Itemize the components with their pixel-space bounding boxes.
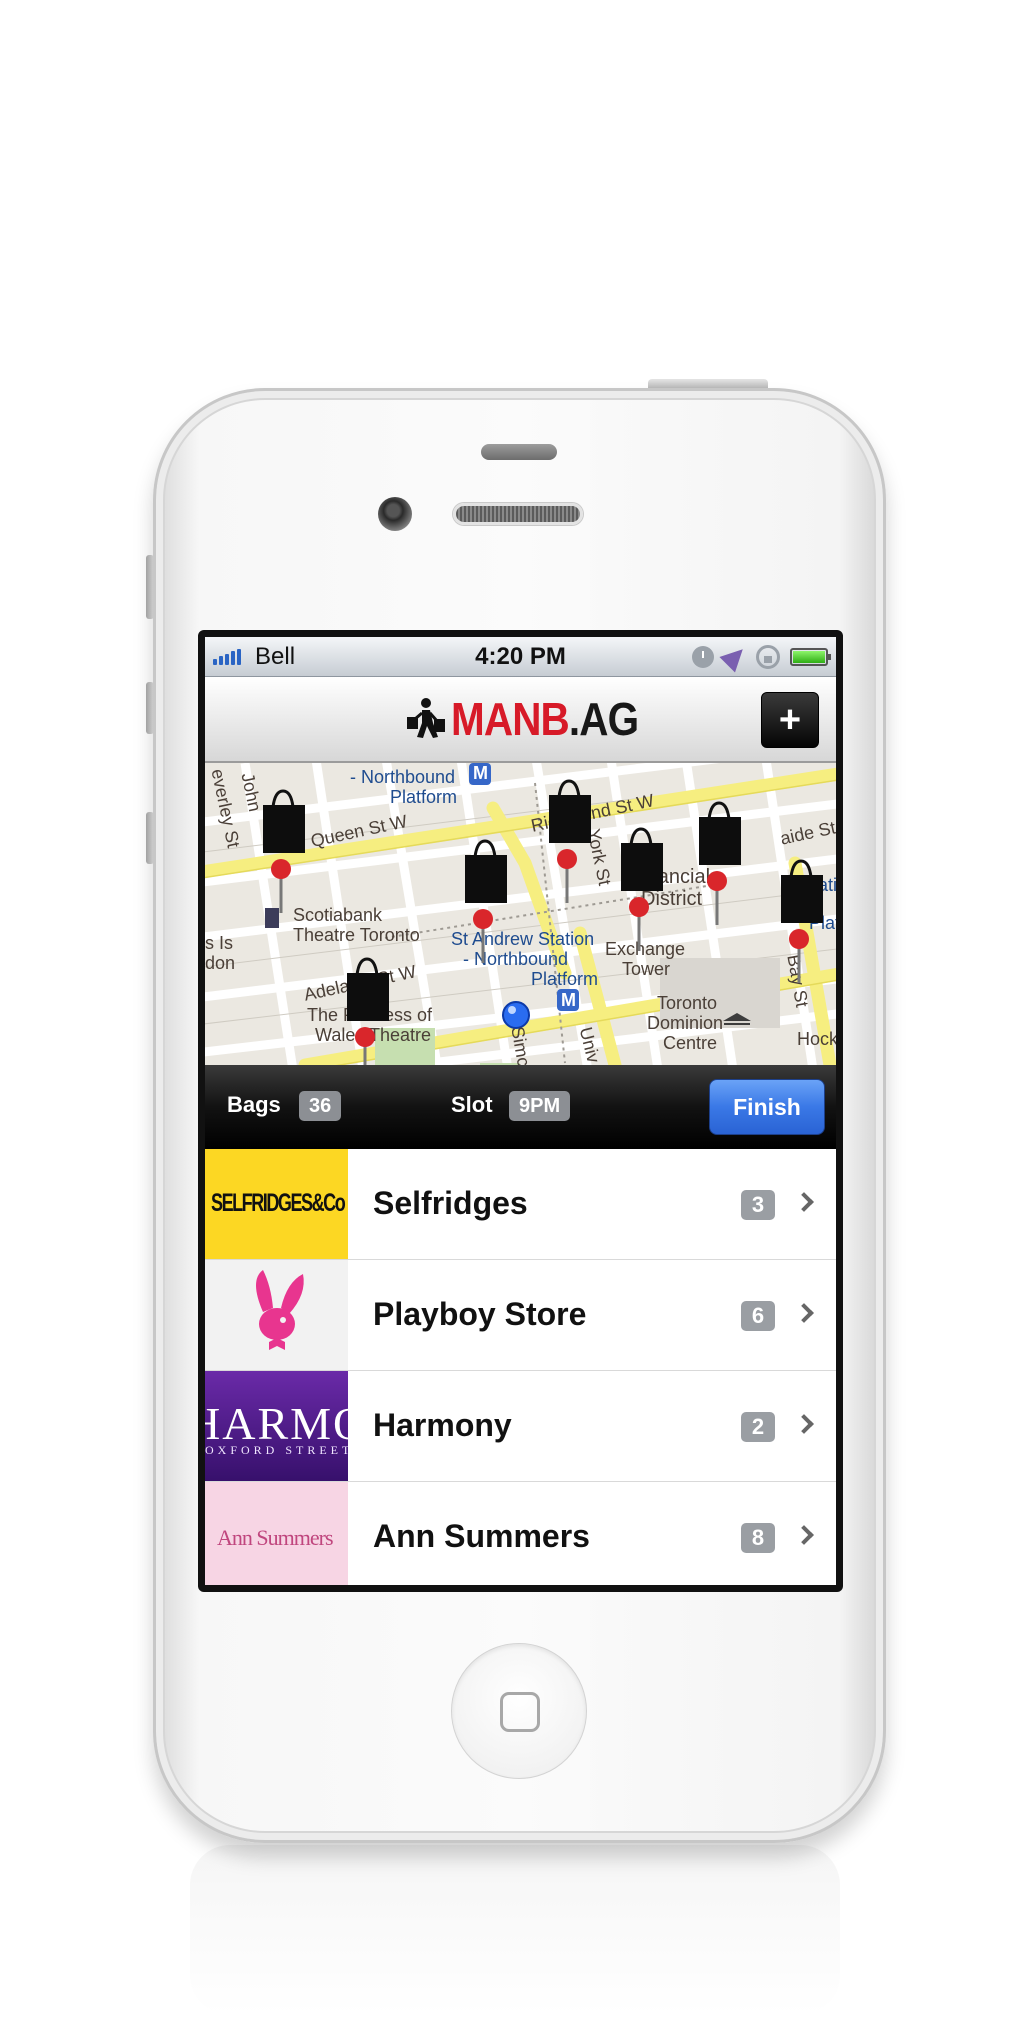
location-arrow-icon <box>719 641 751 673</box>
rotation-lock-icon <box>756 645 780 669</box>
map-label: Platform <box>531 969 599 989</box>
playboy-logo <box>205 1260 348 1370</box>
map-label: Theatre Toronto <box>293 925 420 945</box>
item-count-badge: 2 <box>741 1412 775 1442</box>
alarm-icon <box>692 646 714 668</box>
logo-subtext: OXFORD STREET <box>205 1443 348 1457</box>
add-button[interactable]: + <box>761 692 819 748</box>
chevron-right-icon <box>794 1303 814 1323</box>
battery-icon <box>790 648 831 666</box>
map-label: Hock <box>797 1029 836 1049</box>
item-count-badge: 6 <box>741 1301 775 1331</box>
summary-toolbar: Bags 36 Slot 9PM Finish <box>205 1065 836 1149</box>
bag-pin-icon[interactable] <box>341 953 397 1065</box>
status-icons <box>692 641 831 673</box>
store-name: Playboy Store <box>373 1296 587 1332</box>
list-item[interactable]: HARMONY OXFORD STREET Harmony 2 <box>205 1371 836 1482</box>
logo-text-main: MANB <box>451 693 570 745</box>
earpiece-speaker <box>453 503 583 525</box>
map-label: don <box>205 953 236 973</box>
store-name: Ann Summers <box>373 1518 590 1554</box>
bunny-logo-icon <box>256 1270 304 1350</box>
phone-screen: Bell 4:20 PM MANB.AG + John everley St -… <box>198 630 843 1592</box>
home-square-icon <box>500 1692 540 1732</box>
selfridges-logo: SELFRIDGES&Co <box>205 1149 348 1259</box>
proximity-sensor <box>481 444 557 460</box>
map-label: Centre <box>663 1033 718 1053</box>
slot-label: Slot <box>451 1092 493 1117</box>
map-label: Dominion <box>647 1013 724 1033</box>
bag-pin-icon[interactable] <box>543 775 599 905</box>
bag-pin-icon[interactable] <box>775 855 831 985</box>
map-view[interactable]: John everley St - Northbound Platform Qu… <box>205 763 836 1065</box>
list-item[interactable]: Ann Summers Ann Summers 8 <box>205 1482 836 1585</box>
map-label: Toronto <box>657 993 718 1013</box>
shopper-icon <box>407 698 445 738</box>
logo-text: Ann Summers <box>217 1525 333 1550</box>
chevron-right-icon <box>794 1192 814 1212</box>
list-item[interactable]: SELFRIDGES&Co Selfridges 3 <box>205 1149 836 1260</box>
slot-value-badge: 9PM <box>509 1091 571 1121</box>
map-label: - Northbound <box>350 767 456 787</box>
store-name: Harmony <box>373 1407 512 1443</box>
store-name: Selfridges <box>373 1185 528 1221</box>
list-item[interactable]: Playboy Store 6 <box>205 1260 836 1371</box>
bag-pin-icon[interactable] <box>615 823 671 953</box>
bag-pin-icon[interactable] <box>459 835 515 965</box>
chevron-right-icon <box>794 1414 814 1434</box>
app-logo: MANB.AG <box>405 695 664 743</box>
chevron-right-icon <box>794 1525 814 1545</box>
item-count-badge: 8 <box>741 1523 775 1553</box>
map-label: Platform <box>390 787 458 807</box>
phone-reflection <box>190 1845 840 2015</box>
bag-pin-icon[interactable] <box>257 785 313 915</box>
finish-button[interactable]: Finish <box>709 1079 825 1135</box>
home-button[interactable] <box>451 1643 587 1779</box>
bags-label: Bags <box>227 1092 281 1117</box>
harmony-logo: HARMONY OXFORD STREET <box>205 1371 348 1481</box>
metro-marker-icon: M <box>561 990 576 1010</box>
metro-marker-icon: M <box>473 763 488 783</box>
bags-count-badge: 36 <box>299 1091 342 1121</box>
map-label: s Is <box>205 933 234 953</box>
logo-text-suffix: .AG <box>568 693 639 745</box>
front-camera <box>378 497 412 531</box>
logo-text: SELFRIDGES&Co <box>211 1189 346 1217</box>
app-display: Bell 4:20 PM MANB.AG + John everley St -… <box>205 637 836 1585</box>
ann-summers-logo: Ann Summers <box>205 1482 348 1585</box>
bag-pin-icon[interactable] <box>693 797 749 927</box>
navigation-bar: MANB.AG + <box>205 677 836 763</box>
store-list: SELFRIDGES&Co Selfridges 3 Playboy Store… <box>205 1149 836 1585</box>
map-label: Tower <box>622 959 671 979</box>
status-bar: Bell 4:20 PM <box>205 637 836 677</box>
item-count-badge: 3 <box>741 1190 775 1220</box>
